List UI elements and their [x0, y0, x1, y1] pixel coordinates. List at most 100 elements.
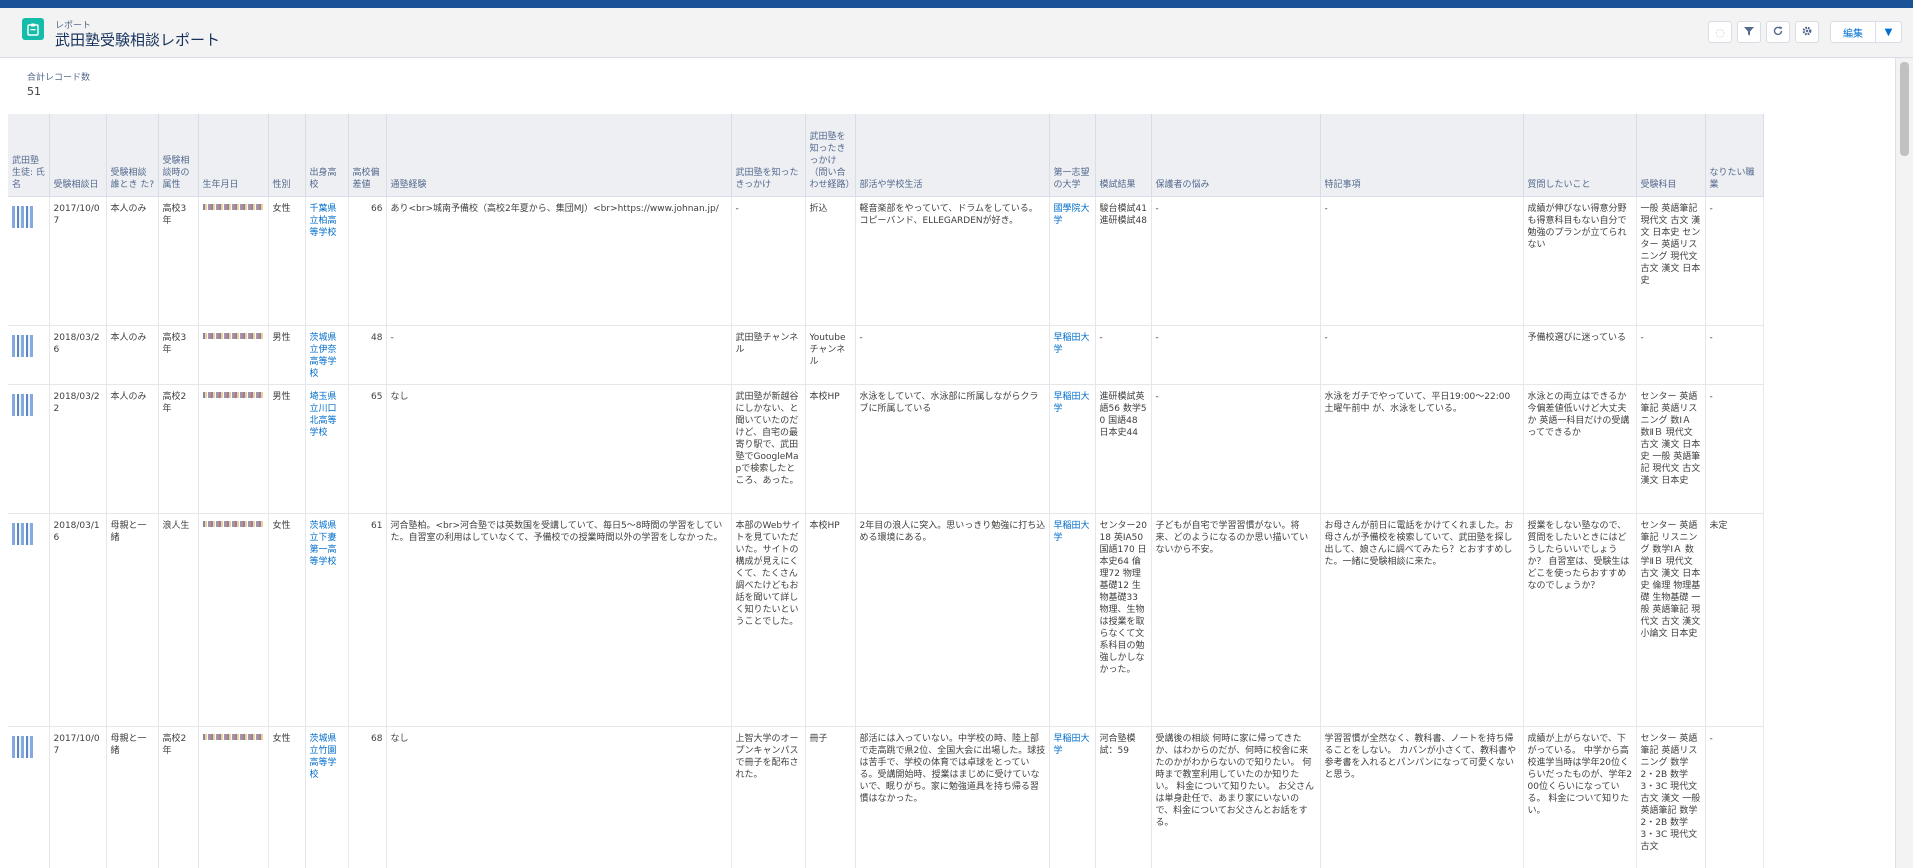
gear-icon [1802, 26, 1812, 39]
column-header[interactable]: 受験科目 [1636, 114, 1706, 197]
first-choice-univ-link[interactable]: 早稲田大学 [1049, 325, 1096, 385]
consult-date: 2018/03/16 [49, 513, 107, 727]
parent-concerns: - [1151, 196, 1321, 326]
gender: 女性 [268, 726, 306, 868]
table-row: 2017/10/07 本人のみ 高校3年 女性 千葉県立柏高等学校 66 あり<… [8, 196, 1764, 326]
deviation-value: 65 [348, 384, 387, 514]
first-choice-univ-link[interactable]: 早稲田大学 [1049, 726, 1096, 868]
report-header: レポート 武田塾受験相談レポート ◌ 編集 ▼ [0, 8, 1913, 58]
column-header[interactable]: 武田塾生徒: 氏名 [8, 114, 50, 197]
student-name-cell[interactable] [8, 513, 50, 727]
column-header[interactable]: 出身高校 [305, 114, 349, 197]
student-name-cell[interactable] [8, 384, 50, 514]
school-link[interactable]: 千葉県立柏高等学校 [305, 196, 349, 326]
refresh-button[interactable] [1766, 21, 1790, 43]
desired-job: 未定 [1705, 513, 1764, 727]
edit-menu-button[interactable]: ▼ [1876, 21, 1902, 43]
exam-subjects: センター 英語筆記 英語リスニング 数ⅠＡ 数ⅡＢ 現代文 古文 漢文 日本史 … [1636, 384, 1706, 514]
exam-subjects: - [1636, 325, 1706, 385]
birthdate-cell [198, 325, 269, 385]
redacted-name-image [12, 735, 34, 758]
scrollbar-thumb[interactable] [1900, 62, 1909, 156]
first-choice-univ-link[interactable]: 國學院大学 [1049, 196, 1096, 326]
ai-button[interactable]: ◌ [1708, 21, 1732, 43]
cram-experience: 河合塾柏。<br>河合塾では英数国を受講していて、毎日5～8時間の学習をしていた… [386, 513, 732, 727]
filter-icon [1744, 26, 1754, 39]
school-link[interactable]: 茨城県立竹園高等学校 [305, 726, 349, 868]
redacted-birthdate-image [202, 391, 263, 398]
column-header[interactable]: 武田塾を知ったきっかけ [731, 114, 806, 197]
report-icon [22, 18, 44, 40]
gender: 女性 [268, 513, 306, 727]
deviation-value: 68 [348, 726, 387, 868]
desired-job: - [1705, 196, 1764, 326]
settings-button[interactable] [1795, 21, 1819, 43]
how-known: - [731, 196, 806, 326]
column-header[interactable]: 生年月日 [198, 114, 269, 197]
gender: 男性 [268, 384, 306, 514]
redacted-name-image [12, 522, 34, 545]
school-link[interactable]: 茨城県立下妻第一高等学校 [305, 513, 349, 727]
column-header[interactable]: なりたい職業 [1705, 114, 1764, 197]
how-known: 武田塾チャンネル [731, 325, 806, 385]
edit-button-group: 編集 ▼ [1830, 21, 1902, 43]
column-header[interactable]: 高校偏 差値 [348, 114, 387, 197]
gender: 女性 [268, 196, 306, 326]
table-row: 2018/03/22 本人のみ 高校2年 男性 埼玉県立川口北高等学校 65 な… [8, 384, 1764, 514]
consult-date: 2017/10/07 [49, 726, 107, 868]
column-header[interactable]: 性別 [268, 114, 306, 197]
cram-experience: - [386, 325, 732, 385]
consult-date: 2018/03/26 [49, 325, 107, 385]
first-choice-univ-link[interactable]: 早稲田大学 [1049, 384, 1096, 514]
report-table-wrapper: 武田塾生徒: 氏名 受験相談日 受験相談誰とき た? 受験相談時の 属性 生年月… [8, 114, 1895, 868]
student-name-cell[interactable] [8, 196, 50, 326]
inquiry-route: 本校HP [805, 513, 856, 727]
consult-with: 本人のみ [106, 325, 159, 385]
filter-button[interactable] [1737, 21, 1761, 43]
consult-with: 母親と一緒 [106, 726, 159, 868]
record-count-label: 合計レコード数 [27, 73, 91, 83]
chevron-down-icon: ▼ [1884, 26, 1893, 38]
school-link[interactable]: 埼玉県立川口北高等学校 [305, 384, 349, 514]
first-choice-univ-link[interactable]: 早稲田大学 [1049, 513, 1096, 727]
parent-concerns: - [1151, 384, 1321, 514]
column-header[interactable]: 部活や学校生活 [855, 114, 1050, 197]
column-header[interactable]: 質問したいこと [1523, 114, 1637, 197]
column-header[interactable]: 受験相談日 [49, 114, 107, 197]
consult-attr: 高校3年 [158, 196, 199, 326]
school-link[interactable]: 茨城県立伊奈高等学校 [305, 325, 349, 385]
questions: 予備校選びに迷っている [1523, 325, 1637, 385]
vertical-scrollbar[interactable] [1895, 58, 1913, 868]
redacted-name-image [12, 205, 34, 228]
ai-icon: ◌ [1715, 25, 1725, 39]
parent-concerns: 子どもが自宅で学習習慣がない。将来、どのようになるのか思い描いていないから不安。 [1151, 513, 1321, 727]
summary-panel: 合計レコード数 51 [0, 58, 1895, 114]
column-header[interactable]: 通塾経験 [386, 114, 732, 197]
gender: 男性 [268, 325, 306, 385]
record-count-value: 51 [27, 85, 41, 98]
redacted-birthdate-image [202, 520, 263, 527]
parent-concerns: 受講後の相談 何時に家に帰ってきたか、はわからのだが、何時に校舎に来たのかがわか… [1151, 726, 1321, 868]
birthdate-cell [198, 196, 269, 326]
exam-subjects: センター 英語筆記 リスニング 数学ⅠＡ 数学ⅡＢ 現代文 古文 漢文 日本史 … [1636, 513, 1706, 727]
column-header[interactable]: 受験相談誰とき た? [106, 114, 159, 197]
special-notes: - [1320, 196, 1524, 326]
column-header[interactable]: 第一志望の大学 [1049, 114, 1096, 197]
edit-button[interactable]: 編集 [1830, 21, 1876, 43]
mock-results: - [1095, 325, 1152, 385]
column-header[interactable]: 受験相談時の 属性 [158, 114, 199, 197]
student-name-cell[interactable] [8, 726, 50, 868]
column-header[interactable]: 保護者の悩み [1151, 114, 1321, 197]
mock-results: センター2018 英ⅠA50 国語170 日本史64 倫理72 物理基礎12 生… [1095, 513, 1152, 727]
redacted-birthdate-image [202, 203, 263, 210]
column-header[interactable]: 模試結果 [1095, 114, 1152, 197]
student-name-cell[interactable] [8, 325, 50, 385]
questions: 水泳との両立はできるか 今偏差値低いけど大丈夫か 英語一科目だけの受講ってできる… [1523, 384, 1637, 514]
consult-with: 本人のみ [106, 196, 159, 326]
column-header[interactable]: 武田塾を知ったきっかけ（問い合わせ経路） [805, 114, 856, 197]
mock-results: 河合塾模試：59 [1095, 726, 1152, 868]
redacted-birthdate-image [202, 733, 263, 740]
how-known: 武田塾が新越谷にしかない、と聞いていたのだけど、自宅の最寄り駅で、武田塾でGoo… [731, 384, 806, 514]
column-header[interactable]: 特記事項 [1320, 114, 1524, 197]
desired-job: - [1705, 384, 1764, 514]
